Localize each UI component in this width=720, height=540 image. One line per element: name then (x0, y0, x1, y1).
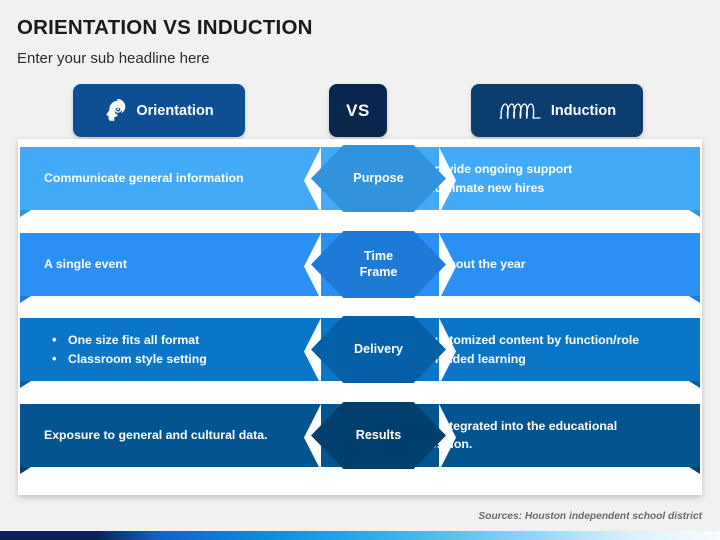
page-title: ORIENTATION VS INDUCTION (17, 16, 313, 39)
head-compass-icon (104, 98, 127, 123)
badge-vs-label: VS (346, 100, 370, 120)
badge-orientation-label: Orientation (136, 102, 214, 119)
bullet-item: Classroom style setting (44, 348, 322, 368)
row-left-cell: Exposure to general and cultural data. (20, 404, 346, 474)
hexagon-label: Purpose (353, 170, 404, 185)
row-text: A single event (44, 256, 127, 271)
row-center-hexagon[interactable]: Results (311, 402, 446, 469)
row-left-cell: A single event (20, 233, 346, 303)
hexagon-shape: Purpose (311, 145, 446, 212)
row-center-hexagon[interactable]: Purpose (311, 145, 446, 212)
row-text: Exposure to general and cultural data. (44, 427, 268, 442)
hexagon-shape: Results (311, 402, 446, 469)
badge-vs: VS (329, 84, 387, 137)
comparison-row: A single event Throughout the year Time Fra… (20, 231, 700, 303)
comparison-row: One size fits all formatClassroom style … (20, 316, 700, 388)
row-left-cell: Communicate general information (20, 147, 346, 217)
row-left-cell: One size fits all formatClassroom style … (20, 318, 346, 388)
comparison-row: Communicate general informationProvide o… (20, 145, 700, 217)
hexagon-shape: Time Frame (311, 231, 446, 298)
badge-induction-label: Induction (550, 102, 617, 119)
bullet-item: One size fits all format (44, 330, 322, 350)
page-subtitle: Enter your sub headline here (17, 50, 210, 67)
bottom-accent-bar (0, 531, 720, 540)
row-text: Communicate general information (44, 170, 244, 185)
row-center-hexagon[interactable]: Time Frame (311, 231, 446, 298)
hexagon-label: Time Frame (359, 249, 398, 279)
row-center-hexagon[interactable]: Delivery (311, 316, 446, 383)
badge-orientation[interactable]: Orientation (73, 84, 245, 137)
hexagon-shape: Delivery (311, 316, 446, 383)
bullet-list: One size fits all formatClassroom style … (44, 330, 322, 368)
inductor-coil-icon (498, 101, 542, 121)
hexagon-label: Delivery (353, 341, 403, 356)
hexagon-label: Results (355, 427, 402, 442)
source-note: Sources: Houston independent school dist… (478, 511, 702, 522)
comparison-row: Exposure to general and cultural data.Fu… (20, 402, 700, 474)
badge-induction[interactable]: Induction (471, 84, 643, 137)
